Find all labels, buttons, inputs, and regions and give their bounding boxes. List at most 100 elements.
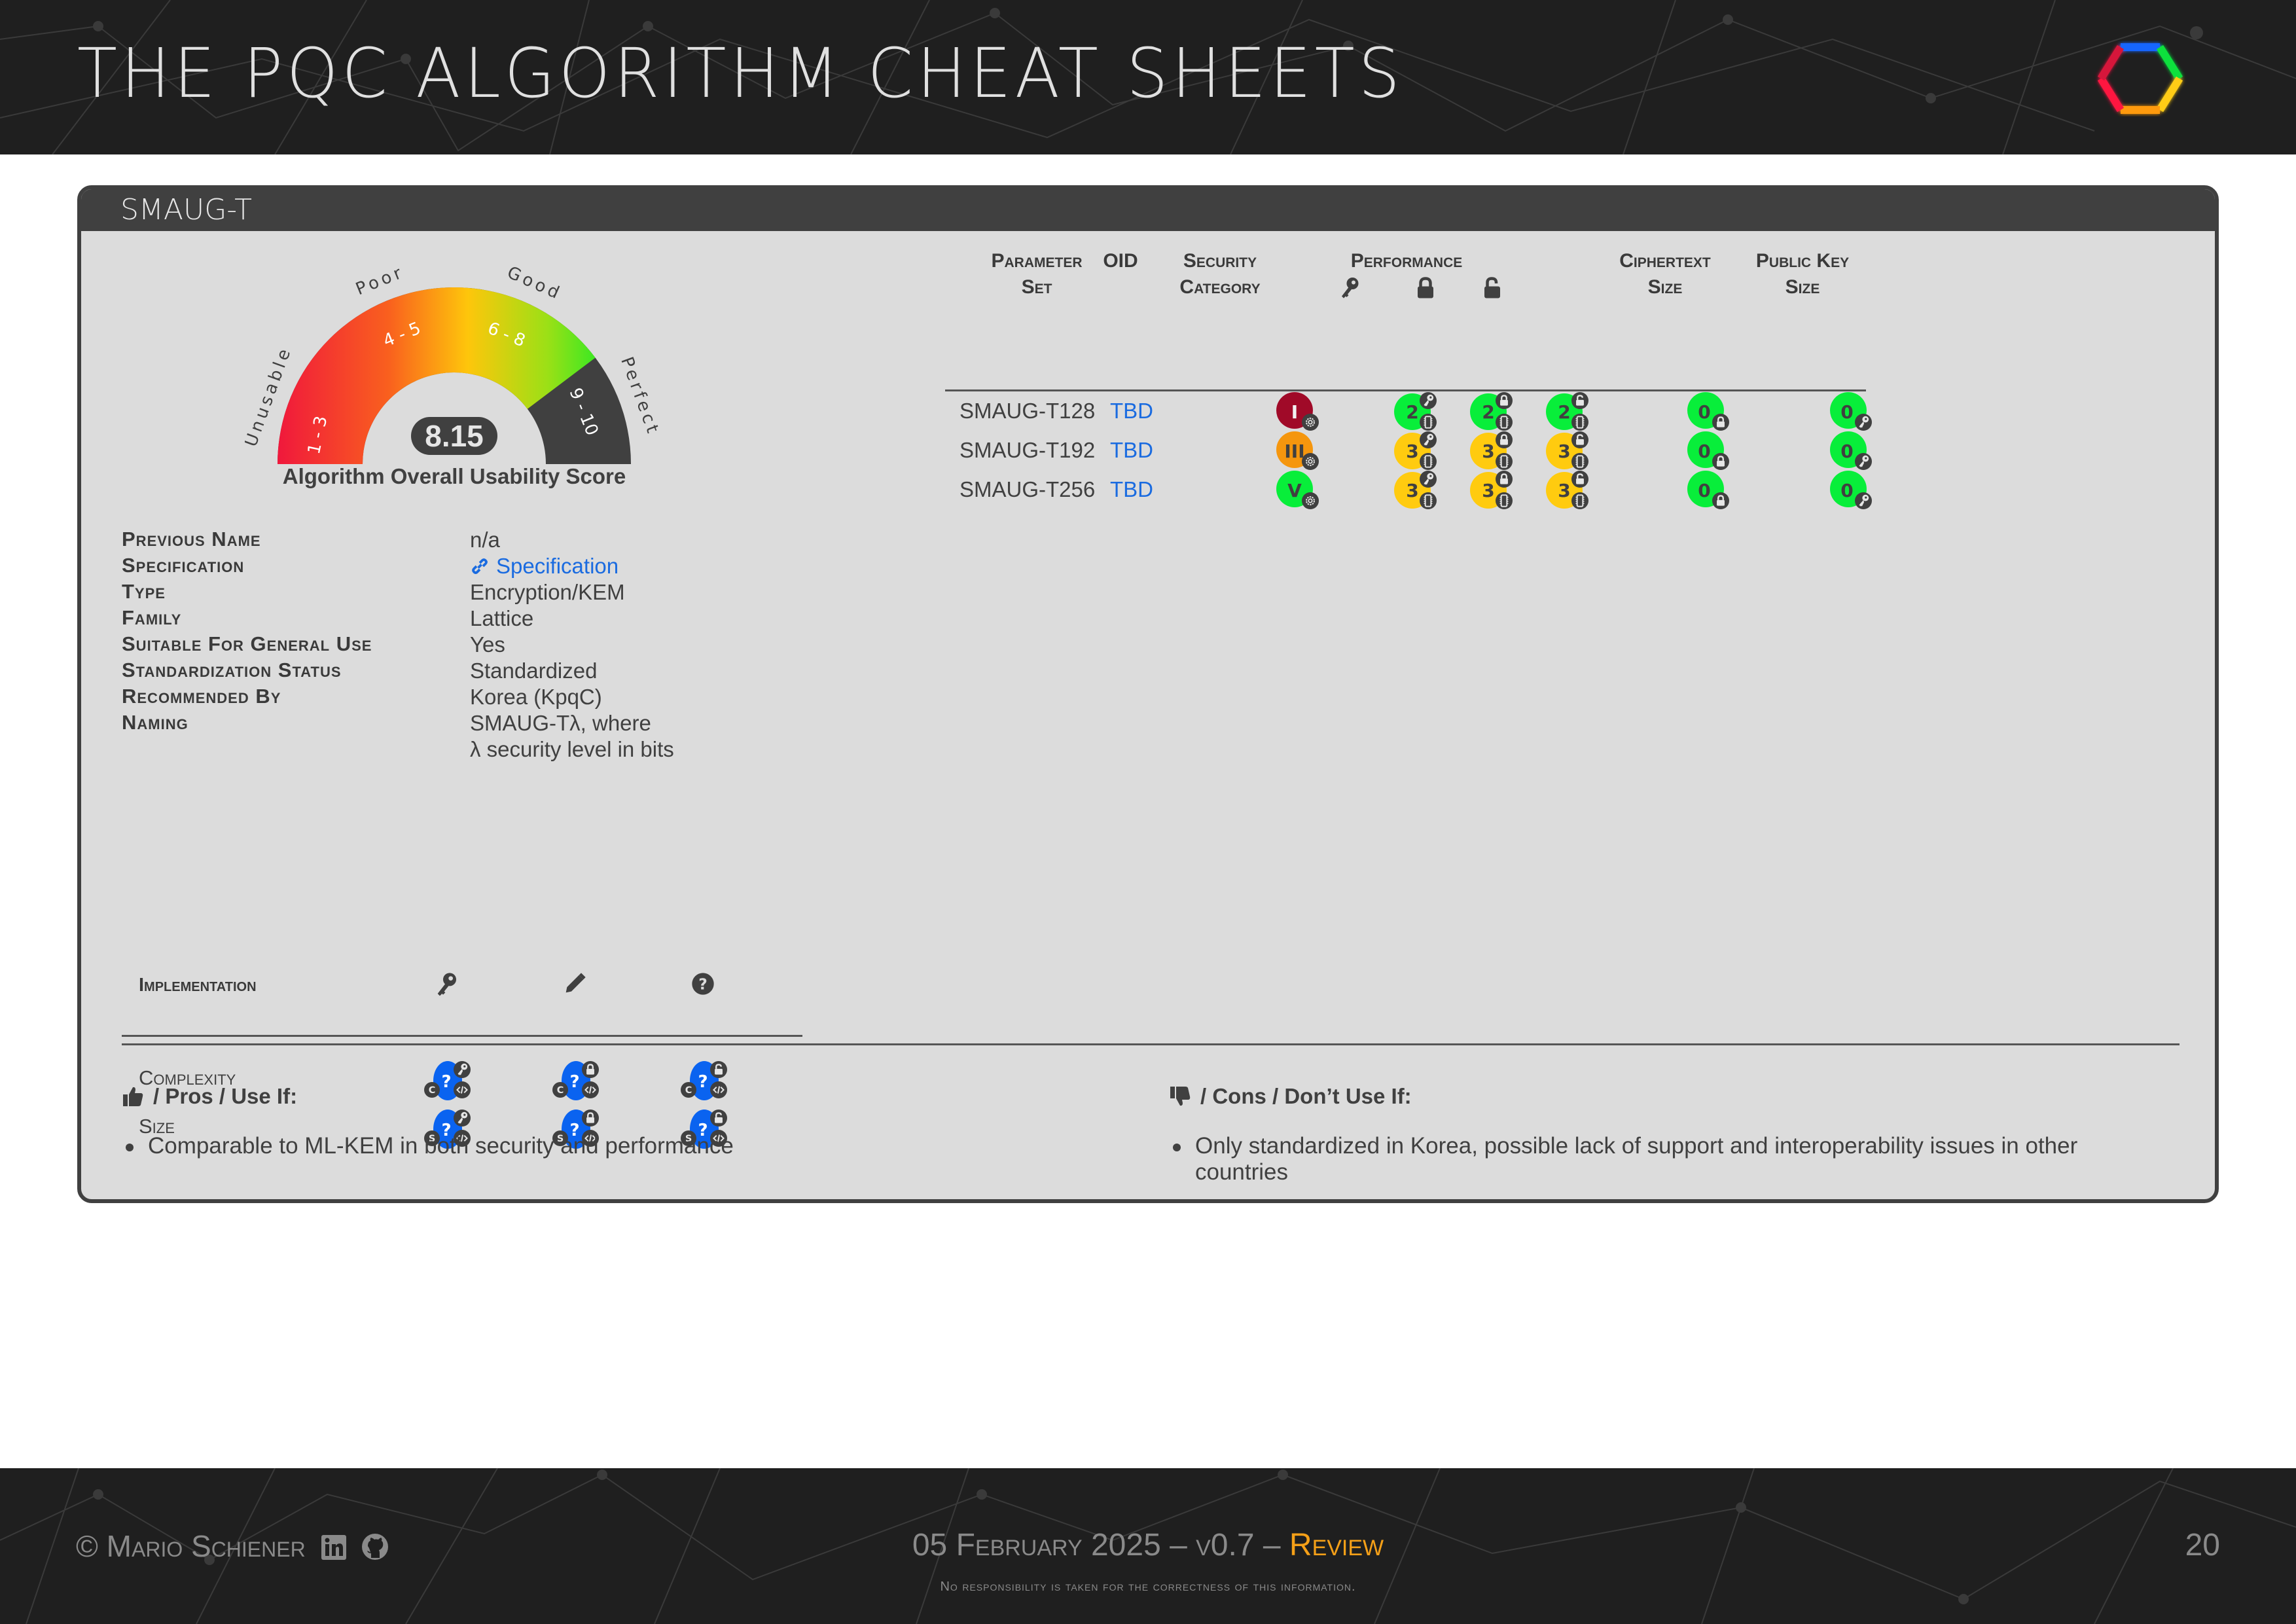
performance-badge: 3 — [1546, 431, 1588, 470]
svg-text:3: 3 — [1406, 480, 1418, 501]
thumbs-up-icon — [123, 1087, 143, 1106]
implementation-badge: ?C — [552, 1061, 599, 1100]
ciphertext-size-badge: 0 — [1687, 392, 1729, 431]
link-icon — [472, 558, 488, 574]
svg-text:3: 3 — [1406, 441, 1418, 462]
date-version: 05 February 2025 – v0.7 – Review — [0, 1527, 2296, 1563]
oid-link[interactable]: TBD — [1110, 477, 1153, 502]
oid-link[interactable]: TBD — [1110, 399, 1153, 424]
implementation-title: Implementation — [139, 975, 257, 996]
svg-text:3: 3 — [1558, 441, 1570, 462]
svg-text:3: 3 — [1482, 441, 1494, 462]
header-text: Category — [1179, 276, 1261, 298]
header-text: Parameter — [991, 250, 1083, 272]
svg-text:3: 3 — [1558, 480, 1570, 501]
svg-text:0: 0 — [1698, 480, 1710, 501]
info-value: Lattice — [470, 606, 534, 630]
header-text: Security — [1183, 250, 1257, 272]
specification-link[interactable]: Specification — [470, 554, 619, 579]
ciphertext-size-badge: 0 — [1687, 431, 1729, 470]
svg-text:V: V — [1287, 480, 1302, 501]
oid-link[interactable]: TBD — [1110, 438, 1153, 463]
pros-list: Comparable to ML-KEM in both security an… — [122, 1133, 1038, 1159]
parameter-set-name: SMAUG-T128 — [960, 399, 1096, 423]
performance-badge: 3 — [1470, 431, 1513, 470]
security-category-badge: I — [1276, 392, 1319, 431]
info-value: SMAUG-Tλ, where — [470, 711, 651, 735]
link-label: Specification — [496, 554, 619, 578]
info-label: Recommended By — [122, 685, 281, 708]
page-title: THE PQC ALGORITHM CHEAT SHEETS — [77, 33, 1404, 113]
page-number: 20 — [2185, 1528, 2220, 1562]
lock-icon — [1414, 276, 1437, 299]
performance-badge: 2 — [1546, 392, 1588, 431]
header-text: Public Key — [1755, 250, 1850, 272]
implementation-rule — [122, 1035, 802, 1037]
svg-text:3: 3 — [1482, 480, 1494, 501]
svg-text:?: ? — [441, 1072, 451, 1092]
security-category-badge: III — [1276, 431, 1319, 470]
unlock-icon — [1480, 276, 1504, 299]
cons-list: Only standardized in Korea, possible lac… — [1169, 1133, 2144, 1185]
svg-text:2: 2 — [1406, 401, 1418, 423]
info-label: Suitable For General Use — [122, 632, 372, 655]
info-label: Previous Name — [122, 528, 261, 550]
header-text: Size — [1785, 276, 1820, 298]
svg-text:0: 0 — [1840, 401, 1853, 423]
svg-text:?: ? — [698, 1072, 708, 1092]
public-key-size-badge: 0 — [1830, 392, 1872, 431]
card-header: SMAUG-T — [81, 189, 2215, 231]
svg-text:?: ? — [569, 1072, 579, 1092]
info-label: Family — [122, 606, 182, 629]
key-icon — [1338, 276, 1361, 299]
pros-heading: / Pros / Use If: — [122, 1084, 297, 1109]
performance-badge: 2 — [1394, 392, 1437, 431]
algorithm-card: SMAUG-T 1 - 34 - 56 - 89 - 10 Unusable Poo… — [77, 185, 2219, 1203]
info-label: Naming — [122, 711, 188, 734]
gauge-caption: Algorithm Overall Usability Score — [282, 464, 626, 488]
thumbs-down-icon — [1170, 1087, 1191, 1106]
header-oid: OID — [1103, 250, 1138, 272]
info-value: Standardized — [470, 659, 598, 683]
algorithm-title: SMAUG-T — [120, 193, 253, 226]
performance-badge: 3 — [1394, 431, 1437, 470]
svg-text:C: C — [685, 1085, 692, 1096]
svg-text:0: 0 — [1698, 401, 1710, 423]
svg-text:III: III — [1284, 441, 1304, 462]
score-value: 8.15 — [425, 419, 484, 453]
info-value: Yes — [470, 632, 505, 657]
pros-title: / Pros / Use If: — [153, 1084, 298, 1108]
performance-badge: 2 — [1470, 392, 1513, 431]
svg-text:0: 0 — [1698, 441, 1710, 462]
security-category-badge: V — [1276, 471, 1319, 509]
performance-badge: 3 — [1546, 471, 1588, 509]
info-label: Type — [122, 580, 166, 603]
info-label: Standardization Status — [122, 659, 342, 681]
parameter-set-name: SMAUG-T256 — [960, 477, 1096, 501]
header-ciphertext-size: Ciphertext Size — [1606, 248, 1724, 300]
performance-badge: 3 — [1394, 471, 1437, 509]
info-value: Encryption/KEM — [470, 580, 625, 604]
svg-text:2: 2 — [1482, 401, 1494, 423]
review-status: Review — [1289, 1528, 1384, 1562]
svg-text:0: 0 — [1840, 441, 1853, 462]
header-text: Size — [1647, 276, 1683, 298]
implementation-badge: ?C — [424, 1061, 471, 1100]
info-label: Specification — [122, 554, 245, 577]
info-value: Korea (KpqC) — [470, 685, 602, 709]
svg-text:C: C — [429, 1085, 436, 1096]
performance-badge: 3 — [1470, 471, 1513, 509]
svg-text:2: 2 — [1558, 401, 1570, 423]
header-security-category: Security Category — [1155, 248, 1285, 300]
public-key-size-badge: 0 — [1830, 471, 1872, 509]
cons-heading: / Cons / Don’t Use If: — [1169, 1084, 1412, 1109]
cons-title: / Cons / Don’t Use If: — [1200, 1084, 1412, 1108]
specification-link-text[interactable]: Specification — [470, 554, 619, 578]
usability-gauge: 1 - 34 - 56 - 89 - 10UnusablePoor GoodPer… — [245, 262, 663, 464]
question-circle-icon: ? — [690, 971, 716, 997]
ciphertext-size-badge: 0 — [1687, 471, 1729, 509]
header-performance: Performance — [1350, 250, 1463, 272]
header-parameter-set: Parameter Set — [971, 248, 1102, 300]
key-icon — [433, 971, 459, 997]
disclaimer: No responsibility is taken for the corre… — [940, 1579, 1356, 1594]
